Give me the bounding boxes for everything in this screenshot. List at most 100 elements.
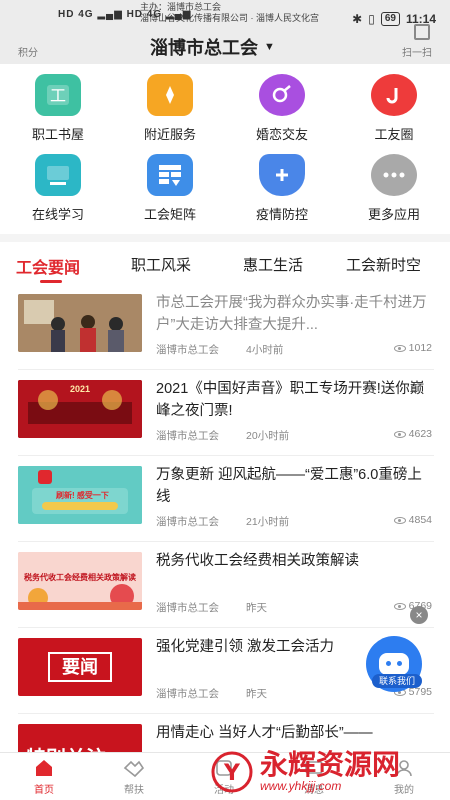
nav-label: 首页 <box>34 785 54 796</box>
matrix-icon <box>147 154 193 196</box>
thumb-text: 刷新! 感受一下 <box>56 491 109 500</box>
robot-icon <box>379 653 409 675</box>
tile-label: 工友圈 <box>374 127 414 142</box>
city-name: 淄博市总工会 <box>150 38 258 58</box>
city-selector[interactable]: 淄博市总工会 ▼ <box>150 34 275 60</box>
nav-home[interactable]: 首页 <box>14 757 74 796</box>
circle-icon <box>371 74 417 116</box>
news-item[interactable]: 2021 2021《中国好声音》职工专场开赛!送你巅峰之夜门票! 淄博市总工会 … <box>18 372 434 456</box>
tile-label: 工会矩阵 <box>143 207 196 222</box>
tab-worker-style[interactable]: 职工风采 <box>131 254 191 275</box>
battery-icon: 69 <box>380 12 400 26</box>
thumb-text: 税务代收工会经费相关政策解读 <box>24 573 136 582</box>
news-title: 2021《中国好声音》职工专场开赛!送你巅峰之夜门票! <box>156 381 425 419</box>
book-icon: 工 <box>35 74 81 116</box>
caret-down-icon: ▼ <box>264 41 275 53</box>
shield-icon <box>259 154 305 196</box>
news-views: 4623 <box>393 428 432 440</box>
news-source: 淄博市总工会 <box>156 688 219 700</box>
tile-label: 更多应用 <box>367 207 420 222</box>
nav-help[interactable]: 帮扶 <box>104 757 164 796</box>
watermark-text: 永辉资源网 <box>260 748 401 781</box>
news-source: 淄博市总工会 <box>156 602 219 614</box>
eye-icon <box>393 516 406 524</box>
vibrate-icon: ▯ <box>368 12 375 26</box>
news-item[interactable]: 刷新! 感受一下 万象更新 迎风起航——“爱工惠”6.0重磅上线 淄博市总工会 … <box>18 458 434 542</box>
tile-label: 附近服务 <box>143 127 196 142</box>
signal-icons: HD 4G ▂▄▆ HD 4G ▂▄▆ <box>58 9 192 20</box>
watermark-text-block: 永辉资源网 www.yhkjjj.com <box>260 748 401 794</box>
news-source: 淄博市总工会 <box>156 430 219 442</box>
news-title: 市总工会开展“我为群众办实事·走千村进万户”大走访大排查大提升... <box>156 295 427 333</box>
app-screen: 主办：淄博市总工会 淄博山谷文化传播有限公司 · 淄博人民文化宫 HD 4G ▂… <box>0 0 450 800</box>
home-icon <box>33 757 55 779</box>
tile-online-learning[interactable]: 在线学习 <box>2 146 114 226</box>
tile-more-apps[interactable]: 更多应用 <box>338 146 450 226</box>
news-source: 淄博市总工会 <box>156 344 219 356</box>
tab-benefit-life[interactable]: 惠工生活 <box>243 254 303 275</box>
scan-label: 扫一扫 <box>402 48 432 59</box>
screen-icon <box>35 154 81 196</box>
points-button[interactable]: 积分 <box>18 44 38 59</box>
app-header: 积分 淄博市总工会 ▼ 扫一扫 <box>0 24 450 64</box>
news-time: 4小时前 <box>246 344 284 356</box>
eye-icon <box>393 602 406 610</box>
gender-icon <box>259 74 305 116</box>
news-title: 万象更新 迎风起航——“爱工惠”6.0重磅上线 <box>156 467 422 505</box>
news-view-count: 4854 <box>408 514 432 526</box>
news-time: 昨天 <box>246 688 267 700</box>
news-title: 税务代收工会经费相关政策解读 <box>156 553 359 569</box>
eye-icon <box>393 430 406 438</box>
news-thumbnail <box>18 294 142 352</box>
tile-epidemic-control[interactable]: 疫情防控 <box>226 146 338 226</box>
bluetooth-icon: ✱ <box>352 12 363 26</box>
more-icon <box>371 154 417 196</box>
news-view-count: 4623 <box>408 428 432 440</box>
news-time: 21小时前 <box>246 516 290 528</box>
active-tab-indicator <box>40 280 62 283</box>
points-label: 积分 <box>18 48 38 59</box>
news-source: 淄博市总工会 <box>156 516 219 528</box>
tile-union-matrix[interactable]: 工会矩阵 <box>114 146 226 226</box>
news-thumbnail: 税务代收工会经费相关政策解读 <box>18 552 142 610</box>
news-time: 20小时前 <box>246 430 290 442</box>
news-thumbnail: 要闻 <box>18 638 142 696</box>
tile-nearby-service[interactable]: 附近服务 <box>114 66 226 146</box>
tile-label: 婚恋交友 <box>255 127 308 142</box>
tile-label: 在线学习 <box>31 207 84 222</box>
news-views: 1012 <box>393 342 432 354</box>
news-title: 用情走心 当好人才“后勤部长”—— <box>156 725 373 741</box>
news-views: 4854 <box>393 514 432 526</box>
contact-us-label[interactable]: 联系我们 <box>372 674 422 688</box>
tab-union-news[interactable]: 工会要闻 <box>16 254 80 278</box>
news-thumbnail: 2021 <box>18 380 142 438</box>
svg-text:工: 工 <box>50 86 66 105</box>
news-item[interactable]: 税务代收工会经费相关政策解读 税务代收工会经费相关政策解读 淄博市总工会 昨天 … <box>18 544 434 628</box>
tile-worker-library[interactable]: 工 职工书屋 <box>2 66 114 146</box>
news-thumbnail: 刷新! 感受一下 <box>18 466 142 524</box>
news-item[interactable]: 市总工会开展“我为群众办实事·走千村进万户”大走访大排查大提升... 淄博市总工… <box>18 286 434 370</box>
thumb-text: 2021 <box>69 384 91 394</box>
scan-icon[interactable] <box>414 24 430 40</box>
status-bar: 主办：淄博市总工会 淄博山谷文化传播有限公司 · 淄博人民文化宫 HD 4G ▂… <box>0 0 450 34</box>
nav-label: 帮扶 <box>124 785 144 796</box>
section-divider <box>0 234 450 242</box>
news-tabs: 工会要闻 职工风采 惠工生活 工会新时空 <box>0 246 450 283</box>
watermark-logo-icon: Y <box>211 751 253 793</box>
close-icon[interactable]: × <box>410 606 428 624</box>
thumb-text: 要闻 <box>48 652 112 682</box>
tile-worker-circle[interactable]: 工友圈 <box>338 66 450 146</box>
watermark: Y 永辉资源网 www.yhkjjj.com <box>210 744 450 800</box>
compass-icon <box>147 74 193 116</box>
news-time: 昨天 <box>246 602 267 614</box>
watermark-url: www.yhkjjj.com <box>260 779 342 793</box>
news-view-count: 1012 <box>408 342 432 354</box>
svg-text:Y: Y <box>223 761 241 786</box>
scan-button[interactable]: 扫一扫 <box>402 44 432 59</box>
service-grid: 工 职工书屋 附近服务 婚恋交友 工友圈 在线学习 工会矩阵 疫情防控 更多应用 <box>0 66 450 232</box>
handshake-icon <box>123 757 145 779</box>
tile-dating[interactable]: 婚恋交友 <box>226 66 338 146</box>
tab-union-spacetime[interactable]: 工会新时空 <box>346 254 421 275</box>
eye-icon <box>393 344 406 352</box>
tile-label: 疫情防控 <box>255 207 308 222</box>
